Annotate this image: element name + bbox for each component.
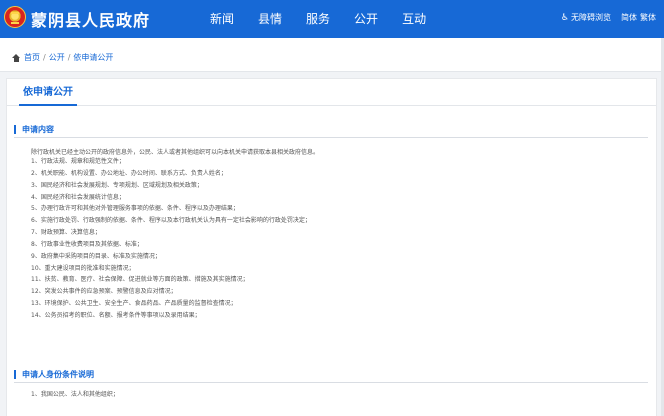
language-switch: 简体 繁体 [621,12,656,23]
breadcrumb-current[interactable]: 依申请公开 [73,52,113,63]
tab-bar: 依申请公开 [7,79,656,106]
list-item: 12、突发公共事件的应急预案、预警信息及应对情况； [31,288,177,296]
nav-item-service[interactable]: 服务 [306,10,330,27]
list-item: 5、办理行政许可和其他对外管理服务事项的依据、条件、程序以及办理结果； [31,205,239,213]
lang-traditional-link[interactable]: 繁体 [640,12,656,23]
breadcrumb-public[interactable]: 公开 [49,52,65,63]
identity-items-list: 1、我国公民、法人和其他组织； [31,389,119,401]
breadcrumb-separator: / [67,53,71,62]
content-items-list: 1、行政法规、规章和规范性文件； 2、机关职能、机构设置、办公地址、办公时间、联系… [31,156,311,322]
content-intro: 除行政机关已经主动公开的政府信息外，公民、法人或者其他组织可以向本机关申请获取本… [31,149,320,156]
list-item: 14、公务员招考的职位、名额、报考条件等事项以及录用结果； [31,311,201,319]
list-item: 9、政府集中采购项目的目录、标准及实施情况； [31,252,161,260]
section-header-content: 申请内容 [14,124,648,138]
section-marker [14,125,16,134]
main-nav: 新闻 县情 服务 公开 互动 [210,10,426,27]
list-item: 11、扶贫、教育、医疗、社会保障、促进就业等方面的政策、措施及其实施情况； [31,276,249,284]
nav-item-public[interactable]: 公开 [354,10,378,27]
list-item: 13、环境保护、公共卫生、安全生产、食品药品、产品质量的监督检查情况； [31,300,237,308]
list-item: 2、机关职能、机构设置、办公地址、办公时间、联系方式、负责人姓名； [31,169,227,177]
content-card: 依申请公开 申请内容 除行政机关已经主动公开的政府信息外，公民、法人或者其他组织… [6,78,657,416]
nav-item-news[interactable]: 新闻 [210,10,234,27]
section-header-identity: 申请人身份条件说明 [14,369,648,383]
list-item: 10、重大建设项目的批准和实施情况； [31,264,135,272]
section-marker [14,370,16,379]
accessibility-link[interactable]: ♿ 无障碍浏览 [561,12,611,23]
tab-apply-disclosure[interactable]: 依申请公开 [19,83,77,106]
breadcrumb: 首页 / 公开 / 依申请公开 [12,52,113,63]
lang-simplified-link[interactable]: 简体 [621,12,637,23]
accessibility-label: 无障碍浏览 [571,13,611,22]
national-emblem-logo[interactable] [4,6,26,28]
nav-item-interaction[interactable]: 互动 [402,10,426,27]
section-title-content: 申请内容 [22,125,54,134]
list-item: 6、实施行政处罚、行政强制的依据、条件、程序以及本行政机关认为具有一定社会影响的… [31,217,311,225]
list-item: 8、行政事业性收费项目及其依据、标准； [31,240,143,248]
list-item: 4、国民经济和社会发展统计信息； [31,193,125,201]
list-item: 1、行政法规、规章和规范性文件； [31,158,125,165]
breadcrumb-separator: / [43,53,46,62]
list-item: 1、我国公民、法人和其他组织； [31,391,119,398]
section-title-identity: 申请人身份条件说明 [22,370,94,379]
list-item: 3、国民经济和社会发展规划、专项规划、区域规划及相关政策； [31,181,203,189]
breadcrumb-bar: 首页 / 公开 / 依申请公开 [0,38,664,72]
home-icon[interactable] [12,53,21,62]
wheelchair-icon: ♿ [560,12,569,23]
list-item: 7、财政预算、决算信息； [31,229,101,237]
breadcrumb-home[interactable]: 首页 [24,52,40,63]
nav-item-county-info[interactable]: 县情 [258,10,282,27]
header-tools: ♿ 无障碍浏览 简体 繁体 [561,12,656,23]
site-header: 蒙阴县人民政府 新闻 县情 服务 公开 互动 ♿ 无障碍浏览 简体 繁体 [0,0,664,38]
site-title[interactable]: 蒙阴县人民政府 [31,7,150,31]
